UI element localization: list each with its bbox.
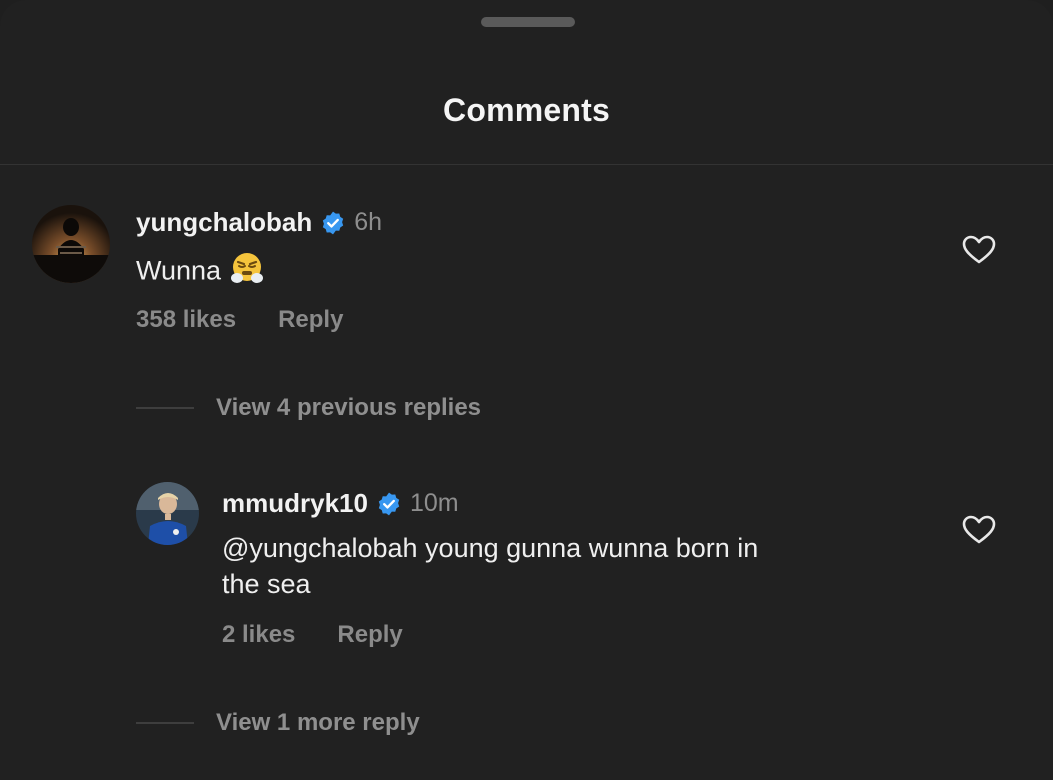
comment-like-count[interactable]: 358 likes bbox=[136, 306, 236, 334]
replies-divider-line bbox=[136, 722, 194, 724]
avatar-image bbox=[136, 482, 199, 545]
comment-username[interactable]: yungchalobah bbox=[136, 207, 312, 238]
verified-badge-icon bbox=[378, 492, 400, 515]
sheet-title: Comments bbox=[443, 92, 610, 128]
header-divider bbox=[0, 164, 1053, 165]
comments-sheet: Comments yungchalobah 6h Wunna 358 likes… bbox=[0, 0, 1053, 780]
avatar[interactable] bbox=[136, 482, 199, 545]
view-replies-label: View 4 previous replies bbox=[216, 394, 482, 421]
reply-text-line-1: @yungchalobah young gunna wunna born in bbox=[222, 533, 759, 563]
verified-badge-icon bbox=[323, 211, 344, 234]
heart-outline-icon[interactable] bbox=[962, 235, 996, 265]
comment-timestamp: 6h bbox=[354, 208, 383, 236]
reply-username[interactable]: mmudryk10 bbox=[222, 488, 368, 519]
reply-button[interactable]: Reply bbox=[337, 621, 402, 649]
comment-text: Wunna bbox=[136, 255, 222, 286]
view-replies-label: View 1 more reply bbox=[216, 709, 420, 736]
reply-text-line-2: the sea bbox=[222, 569, 311, 599]
avatar[interactable] bbox=[32, 205, 110, 283]
reply-like-count[interactable]: 2 likes bbox=[222, 621, 295, 649]
sheet-drag-handle[interactable] bbox=[481, 17, 575, 27]
avatar-image bbox=[32, 205, 110, 283]
steam-from-nose-emoji-icon bbox=[229, 250, 265, 295]
heart-outline-icon[interactable] bbox=[962, 515, 996, 545]
replies-divider-line bbox=[136, 407, 194, 409]
reply-timestamp: 10m bbox=[409, 489, 459, 517]
reply-body: @yungchalobah young gunna wunna born in … bbox=[222, 530, 758, 602]
comment-body: Wunna bbox=[136, 250, 265, 295]
view-more-replies-button[interactable]: View 1 more reply bbox=[136, 709, 420, 737]
view-previous-replies-button[interactable]: View 4 previous replies bbox=[136, 394, 481, 422]
reply-button[interactable]: Reply bbox=[278, 306, 343, 334]
